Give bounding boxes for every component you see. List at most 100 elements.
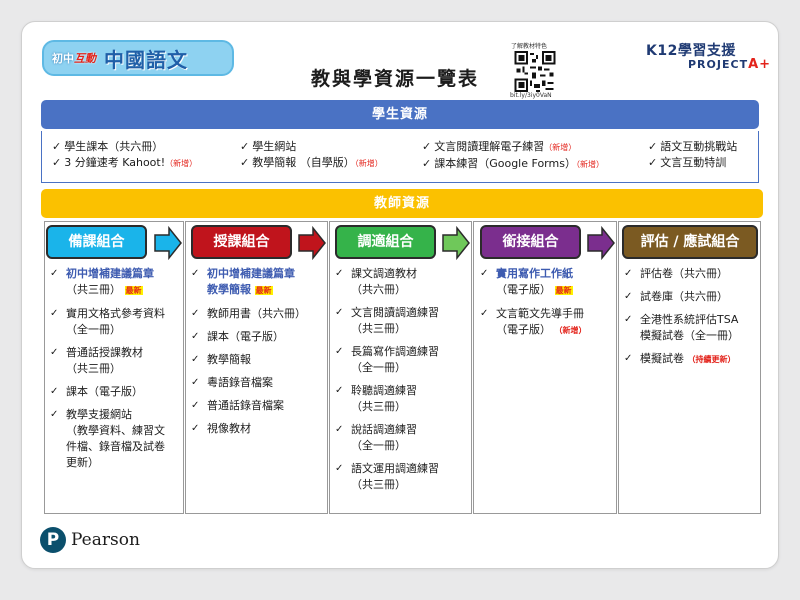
category-adapt: 調適組合 [335, 225, 436, 259]
list-item-text: 實用文格式參考資料 （全一冊） [66, 307, 165, 336]
student-column: ✓ 文言閱讀理解電子練習（新增） ✓ 課本練習（Google Forms）（新增） [422, 139, 604, 173]
check-icon: ✓ [191, 354, 200, 365]
check-icon: ✓ [191, 331, 200, 342]
list-item: ✓ 普通話錄音檔案 [191, 398, 325, 414]
list-item: ✓ 說話調適練習 （全一冊） [335, 422, 469, 454]
check-icon: ✓ [50, 308, 59, 319]
arrow-right-icon [298, 226, 326, 260]
list-item-text: 粵語錄音檔案 [207, 376, 273, 389]
list-item: ✓ 粵語錄音檔案 [191, 375, 325, 391]
arrow-right-icon [442, 226, 470, 260]
student-resources-box: ✓ 學生課本（共六冊） ✓ 3 分鐘速考 Kahoot!（新增） ✓ 學生網站 ✓ 教學… [41, 131, 759, 183]
page-title: 教與學資源一覽表 [310, 68, 479, 90]
list-item: ✓ 課本練習（Google Forms）（新增） [422, 157, 604, 170]
list-item-text: 長篇寫作調適練習 （全一冊） [351, 345, 439, 374]
project-logo: PROJECTA+ [688, 57, 772, 72]
column-bridge [473, 221, 617, 514]
list-item: ✓ 模擬試卷 （持續更新） [624, 351, 759, 368]
list-item: ✓ 視像教材 [191, 421, 325, 437]
item-list-prep: ✓ 初中增補建議篇章 （共三冊） 最新 ✓ 實用文格式參考資料 （全一冊） ✓ 普通話授課教材… [50, 266, 182, 478]
qr-caption: 了解教材特色 [511, 43, 548, 50]
student-column: ✓ 語文互動挑戰站 ✓ 文言互動特訓 [648, 139, 737, 171]
list-item-text: 試卷庫（共六冊） [640, 290, 728, 303]
list-item-text: 模擬試卷 （持續更新） [640, 352, 736, 365]
item-list-bridge: ✓ 實用寫作工作紙 （電子版） 最新 ✓ 文言範文先導手冊 （電子版） （新增） [480, 266, 614, 346]
check-icon: ✓ [335, 307, 344, 318]
list-item: ✓ 3 分鐘速考 Kahoot!（新增） [52, 156, 198, 169]
check-icon: ✓ [648, 156, 658, 169]
check-icon: ✓ [50, 409, 59, 420]
check-icon: ✓ [624, 268, 633, 279]
list-item: ✓ 文言範文先導手冊 （電子版） （新增） [480, 306, 614, 339]
check-icon: ✓ [335, 268, 344, 279]
check-icon: ✓ [240, 140, 250, 153]
list-item: ✓ 全港性系統評估TSA 模擬試卷（全一冊） [624, 312, 759, 344]
list-item-text: 普通話授課教材 （共三冊） [66, 346, 143, 375]
check-icon: ✓ [335, 346, 344, 357]
qr-url[interactable]: bit.ly/3iy0VaN [510, 92, 552, 99]
list-item: ✓ 初中增補建議篇章 教學簡報 最新 [191, 266, 325, 299]
check-icon: ✓ [191, 377, 200, 388]
arrow-right-icon [587, 226, 615, 260]
list-item-text: 課本（電子版） [207, 330, 284, 343]
list-item: ✓ 學生課本（共六冊） [52, 140, 164, 153]
list-item: ✓ 長篇寫作調適練習 （全一冊） [335, 344, 469, 376]
list-item: ✓ 實用寫作工作紙 （電子版） 最新 [480, 266, 614, 299]
check-icon: ✓ [480, 268, 489, 279]
check-icon: ✓ [335, 424, 344, 435]
check-icon: ✓ [50, 347, 59, 358]
list-item: ✓ 語文運用調適練習 （共三冊） [335, 461, 469, 493]
check-icon: ✓ [648, 140, 658, 153]
list-item-text: 文言範文先導手冊 （電子版） （新增） [496, 307, 587, 336]
list-item: ✓ 課本（電子版） [191, 329, 325, 345]
list-item: ✓ 實用文格式參考資料 （全一冊） [50, 306, 182, 338]
list-item: ✓ 聆聽調適練習 （共三冊） [335, 383, 469, 415]
category-prep: 備課組合 [46, 225, 147, 259]
list-item-text: 語文運用調適練習 （共三冊） [351, 462, 439, 491]
list-item: ✓ 試卷庫（共六冊） [624, 289, 759, 305]
check-icon: ✓ [335, 463, 344, 474]
item-list-teach: ✓ 初中增補建議篇章 教學簡報 最新 ✓ 教師用書（共六冊） ✓ 課本（電子版） ✓ 教學簡報 ✓… [191, 266, 325, 444]
list-item-text: 普通話錄音檔案 [207, 399, 284, 412]
list-item: ✓ 教學支援網站 （教學資料、練習文 件檔、錄音檔及試卷 更新） [50, 407, 182, 471]
category-bridge: 銜接組合 [480, 225, 581, 259]
new-badge: （持續更新） [687, 355, 736, 364]
item-list-assess: ✓ 評估卷（共六冊） ✓ 試卷庫（共六冊） ✓ 全港性系統評估TSA 模擬試卷（全一冊） ✓ 模… [624, 266, 759, 375]
list-item-text: 教學簡報 [207, 353, 251, 366]
list-item: ✓ 文言閱讀理解電子練習（新增） [422, 140, 577, 153]
list-item-text: 教師用書（共六冊） [207, 307, 306, 320]
list-item-text: 視像教材 [207, 422, 251, 435]
qr-code-icon[interactable] [514, 51, 556, 92]
list-item-text: 初中增補建議篇章 （共三冊） 最新 [66, 267, 154, 296]
list-item-text: 課本（電子版） [66, 385, 143, 398]
list-item-text: 文言閱讀調適練習 （共三冊） [351, 306, 439, 335]
pearson-wordmark: Pearson [71, 530, 140, 550]
pearson-logo: P Pearson [40, 527, 140, 553]
logo-title: 中國語文 [104, 47, 188, 72]
check-icon: ✓ [624, 353, 633, 364]
product-logo: 初中互動 中國語文 [42, 40, 234, 76]
list-item-text: 聆聽調適練習 （共三冊） [351, 384, 417, 413]
latest-badge: 最新 [554, 286, 573, 295]
list-item-text: 課文調適教材 （共六冊） [351, 267, 417, 296]
category-teach: 授課組合 [191, 225, 292, 259]
check-icon: ✓ [191, 268, 200, 279]
check-icon: ✓ [240, 156, 250, 169]
list-item-text: 說話調適練習 （全一冊） [351, 423, 417, 452]
list-item: ✓ 學生網站 [240, 140, 297, 153]
check-icon: ✓ [480, 308, 489, 319]
check-icon: ✓ [422, 140, 432, 153]
check-icon: ✓ [191, 308, 200, 319]
list-item: ✓ 語文互動挑戰站 [648, 140, 738, 153]
logo-accent-text: 互動 [74, 52, 96, 65]
list-item: ✓ 課本（電子版） [50, 384, 182, 400]
student-column: ✓ 學生課本（共六冊） ✓ 3 分鐘速考 Kahoot!（新增） [52, 139, 197, 172]
teacher-resources-header: 教師資源 [41, 189, 763, 218]
list-item-text: 教學支援網站 （教學資料、練習文 件檔、錄音檔及試卷 更新） [66, 408, 165, 469]
item-list-adapt: ✓ 課文調適教材 （共六冊） ✓ 文言閱讀調適練習 （共三冊） ✓ 長篇寫作調適練習 （全一冊）… [335, 266, 469, 500]
check-icon: ✓ [50, 386, 59, 397]
list-item-text: 初中增補建議篇章 教學簡報 最新 [207, 267, 295, 296]
list-item: ✓ 課文調適教材 （共六冊） [335, 266, 469, 298]
list-item-text: 評估卷（共六冊） [640, 267, 728, 280]
list-item: ✓ 文言閱讀調適練習 （共三冊） [335, 305, 469, 337]
